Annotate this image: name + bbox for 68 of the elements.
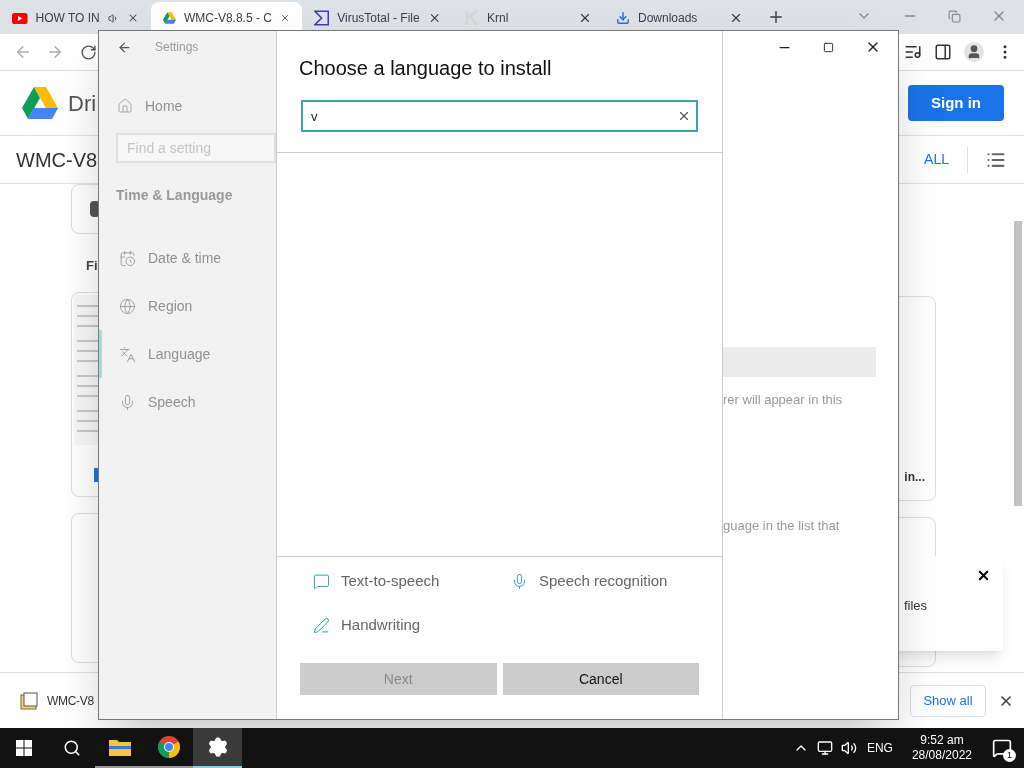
- network-icon[interactable]: [816, 740, 833, 756]
- sign-in-button[interactable]: Sign in: [908, 85, 1004, 121]
- home-icon: [117, 98, 133, 114]
- section-label: Fi: [86, 257, 98, 275]
- file-title: WMC-V8: [16, 147, 98, 173]
- tab-title: WMC-V8.8.5 - C: [183, 10, 272, 27]
- feature-label: Text-to-speech: [341, 570, 440, 591]
- download-all-link[interactable]: ALL: [924, 149, 949, 170]
- pen-icon: [313, 616, 330, 634]
- input-language[interactable]: ENG: [866, 739, 893, 757]
- close-icon[interactable]: [976, 568, 991, 583]
- dialog-title: Choose a language to install: [298, 56, 553, 81]
- download-icon: [616, 11, 630, 25]
- description-text: guage in the list that: [723, 516, 841, 535]
- section-heading: Time & Language: [116, 186, 234, 205]
- browser-tab[interactable]: VirusTotal - File: [302, 2, 453, 34]
- speech-bubble-icon: [313, 572, 330, 590]
- file-caption: in...: [904, 469, 925, 486]
- language-icon: [119, 345, 136, 363]
- show-all-button[interactable]: Show all: [910, 684, 986, 717]
- windows-logo-icon[interactable]: [16, 740, 32, 756]
- side-panel-icon[interactable]: [934, 43, 952, 61]
- tab-title: Krnl: [487, 10, 510, 27]
- calendar-clock-icon: [119, 249, 136, 267]
- maximize-icon[interactable]: [823, 41, 834, 53]
- app-name: Dri: [68, 89, 97, 118]
- taskbar-app[interactable]: [193, 728, 242, 768]
- microphone-icon: [119, 393, 136, 411]
- clock-time[interactable]: 9:52 am: [920, 733, 964, 748]
- close-tab-icon[interactable]: [578, 11, 592, 25]
- drive-logo-icon: [22, 87, 58, 119]
- tab-title: VirusTotal - File: [337, 10, 420, 27]
- browser-tab[interactable]: HOW TO IN: [0, 2, 151, 34]
- video-logo-icon: [12, 11, 28, 25]
- toast-text: files: [903, 597, 927, 615]
- new-tab-icon[interactable]: [767, 8, 785, 26]
- description-text: rer will appear in this: [723, 391, 844, 409]
- sigma-logo-icon: [314, 10, 330, 26]
- tab-title: Downloads: [638, 10, 699, 27]
- clear-icon[interactable]: [677, 109, 691, 123]
- restore-icon[interactable]: [948, 9, 961, 23]
- notification-count: 1: [1003, 749, 1016, 762]
- media-control-icon[interactable]: [904, 43, 922, 61]
- tab-title: HOW TO IN: [35, 10, 100, 27]
- back-icon[interactable]: [117, 39, 132, 55]
- browser-tab[interactable]: Downloads: [604, 2, 755, 34]
- microphone-icon: [511, 572, 528, 590]
- reload-icon[interactable]: [80, 43, 97, 61]
- dialog-button[interactable]: Cancel: [502, 663, 699, 695]
- browser-tab[interactable]: Krnl: [453, 2, 604, 34]
- search-icon[interactable]: [63, 739, 81, 757]
- feature-label: Handwriting: [341, 614, 421, 635]
- triangle-logo-icon: [163, 10, 176, 26]
- close-tab-icon[interactable]: [729, 11, 743, 25]
- download-file-name[interactable]: WMC-V8: [47, 691, 94, 710]
- folder-icon: [107, 737, 132, 757]
- globe-icon: [119, 297, 136, 315]
- gear-icon: [206, 736, 229, 758]
- feature-label: Speech recognition: [539, 570, 668, 591]
- window-title: Settings: [155, 39, 199, 56]
- volume-icon[interactable]: [840, 740, 857, 756]
- archive-file-icon: [20, 691, 38, 710]
- speaker-icon[interactable]: [107, 11, 119, 25]
- chrome-logo-icon: [156, 735, 181, 759]
- language-search-field[interactable]: v: [301, 100, 698, 132]
- profile-icon[interactable]: [964, 42, 984, 62]
- scrollbar[interactable]: [1014, 221, 1022, 506]
- clock-date[interactable]: 28/08/2022: [911, 748, 972, 763]
